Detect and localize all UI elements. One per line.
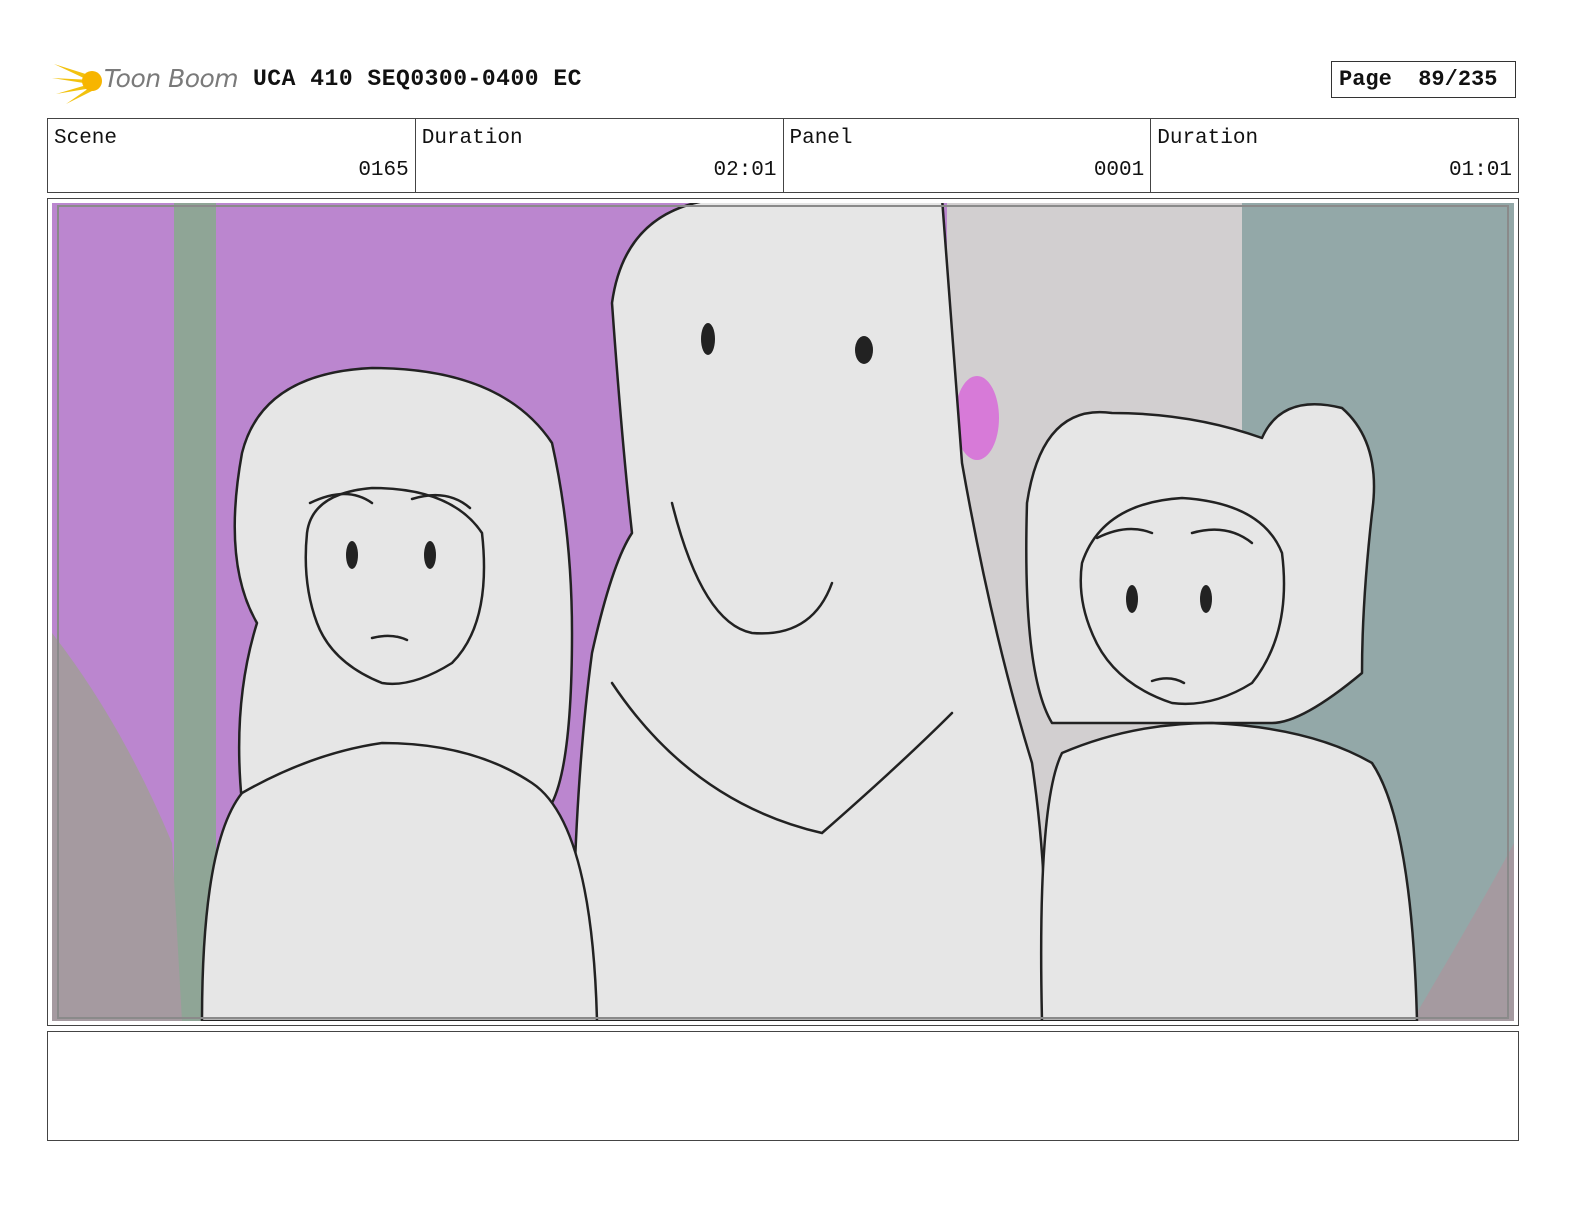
scene-cell: Scene 0165 bbox=[48, 119, 416, 192]
logo-text: Toon Boom bbox=[104, 64, 239, 93]
right-girl-right-eye bbox=[1200, 585, 1212, 613]
scene-label: Scene bbox=[54, 127, 118, 150]
scene-duration-cell: Duration 02:01 bbox=[416, 119, 784, 192]
document-title: UCA 410 SEQ0300-0400 EC bbox=[253, 66, 582, 92]
right-girl-left-eye bbox=[1126, 585, 1138, 613]
page-counter: Page 89/235 bbox=[1331, 61, 1516, 98]
scene-value: 0165 bbox=[358, 159, 409, 182]
panel-duration-label: Duration bbox=[1157, 127, 1259, 150]
page-value: 89/235 bbox=[1418, 67, 1498, 92]
panel-label: Panel bbox=[789, 127, 853, 150]
panel-cell: Panel 0001 bbox=[784, 119, 1152, 192]
left-girl-left-eye bbox=[346, 541, 358, 569]
horse-left-eye bbox=[701, 323, 715, 355]
notes-box bbox=[47, 1031, 1519, 1141]
left-girl-right-eye bbox=[424, 541, 436, 569]
horse-right-eye bbox=[855, 336, 873, 364]
panel-duration-cell: Duration 01:01 bbox=[1151, 119, 1518, 192]
page-label: Page bbox=[1339, 67, 1392, 92]
panel-duration-value: 01:01 bbox=[1448, 159, 1512, 182]
scene-duration-value: 02:01 bbox=[713, 159, 777, 182]
scene-duration-label: Duration bbox=[421, 127, 523, 150]
panel-value: 0001 bbox=[1093, 159, 1145, 182]
right-girl-body-sketch bbox=[1039, 721, 1419, 1021]
storyboard-panel-image bbox=[52, 203, 1514, 1021]
panel-info-table: Scene 0165 Duration 02:01 Panel 0001 Dur… bbox=[47, 118, 1519, 193]
